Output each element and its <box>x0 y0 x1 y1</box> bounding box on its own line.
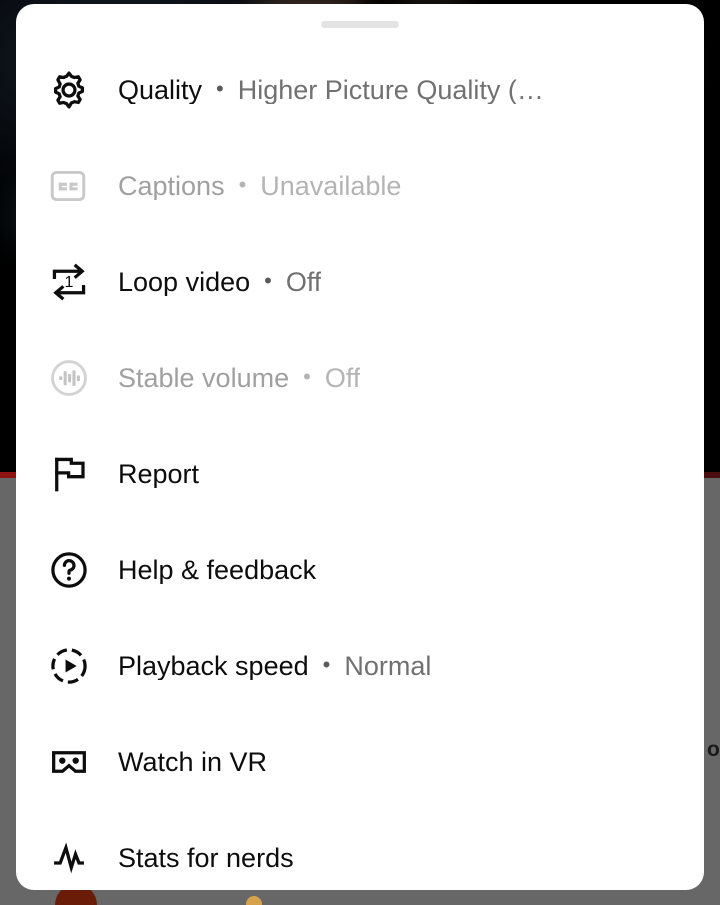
menu-item-value: Unavailable <box>260 172 402 200</box>
menu-item-text: Loop video • Off <box>118 269 321 296</box>
stable-volume-icon <box>46 355 102 401</box>
menu-item-label: Stats for nerds <box>118 844 294 872</box>
loop-one-icon: 1 <box>46 259 102 305</box>
menu-item-label: Help & feedback <box>118 556 317 584</box>
menu-item-loop-video[interactable]: 1 Loop video • Off <box>16 234 704 330</box>
menu-item-label: Report <box>118 460 200 488</box>
menu-item-text: Report <box>118 461 227 488</box>
menu-item-label: Captions <box>118 172 225 200</box>
menu-item-value: Normal <box>344 652 432 680</box>
menu-item-watch-in-vr[interactable]: Watch in VR <box>16 714 704 810</box>
background-dot-indicator <box>246 896 262 905</box>
stats-waveform-icon <box>46 835 102 881</box>
vr-cardboard-icon <box>46 739 102 785</box>
menu-item-separator: • <box>322 652 331 677</box>
menu-item-separator: • <box>238 172 247 197</box>
menu-item-text: Playback speed • Normal <box>118 653 431 680</box>
menu-item-label: Playback speed <box>118 652 309 680</box>
menu-item-value: Off <box>285 268 322 296</box>
menu-item-label: Stable volume <box>118 364 290 392</box>
menu-item-text: Stats for nerds <box>118 845 322 872</box>
menu-item-stats-for-nerds[interactable]: Stats for nerds <box>16 810 704 890</box>
menu-item-stable-volume[interactable]: Stable volume • Off <box>16 330 704 426</box>
help-circle-icon <box>46 547 102 593</box>
menu-item-text: Watch in VR <box>118 749 295 776</box>
menu-item-text: Quality • Higher Picture Quality (… <box>118 77 544 104</box>
drag-handle[interactable] <box>321 21 399 28</box>
menu-item-text: Stable volume • Off <box>118 365 360 392</box>
menu-item-value: Higher Picture Quality (… <box>237 76 544 104</box>
menu-item-separator: • <box>216 76 224 101</box>
menu-item-label: Watch in VR <box>118 748 268 776</box>
menu-item-separator: • <box>264 268 272 293</box>
menu-item-label: Loop video <box>118 268 251 296</box>
menu-item-quality[interactable]: Quality • Higher Picture Quality (… <box>16 42 704 138</box>
menu-item-separator: • <box>303 364 311 389</box>
gear-icon <box>46 67 102 113</box>
menu-item-report[interactable]: Report <box>16 426 704 522</box>
menu-item-help-and-feedback[interactable]: Help & feedback <box>16 522 704 618</box>
background-partial-text: o <box>706 738 720 761</box>
menu-item-value: Off <box>324 364 361 392</box>
menu-item-label: Quality <box>118 76 203 104</box>
menu-item-playback-speed[interactable]: Playback speed • Normal <box>16 618 704 714</box>
settings-bottom-sheet: Quality • Higher Picture Quality (… Capt… <box>16 4 704 890</box>
playback-speed-icon <box>46 643 102 689</box>
flag-icon <box>46 451 102 497</box>
menu-item-captions[interactable]: Captions • Unavailable <box>16 138 704 234</box>
svg-text:1: 1 <box>65 273 74 291</box>
menu-item-text: Help & feedback <box>118 557 344 584</box>
closed-captions-icon <box>46 163 102 209</box>
settings-menu-list: Quality • Higher Picture Quality (… Capt… <box>16 42 704 890</box>
screen: o Quality • Higher Picture Quality (… Ca… <box>0 0 720 905</box>
menu-item-text: Captions • Unavailable <box>118 173 401 200</box>
